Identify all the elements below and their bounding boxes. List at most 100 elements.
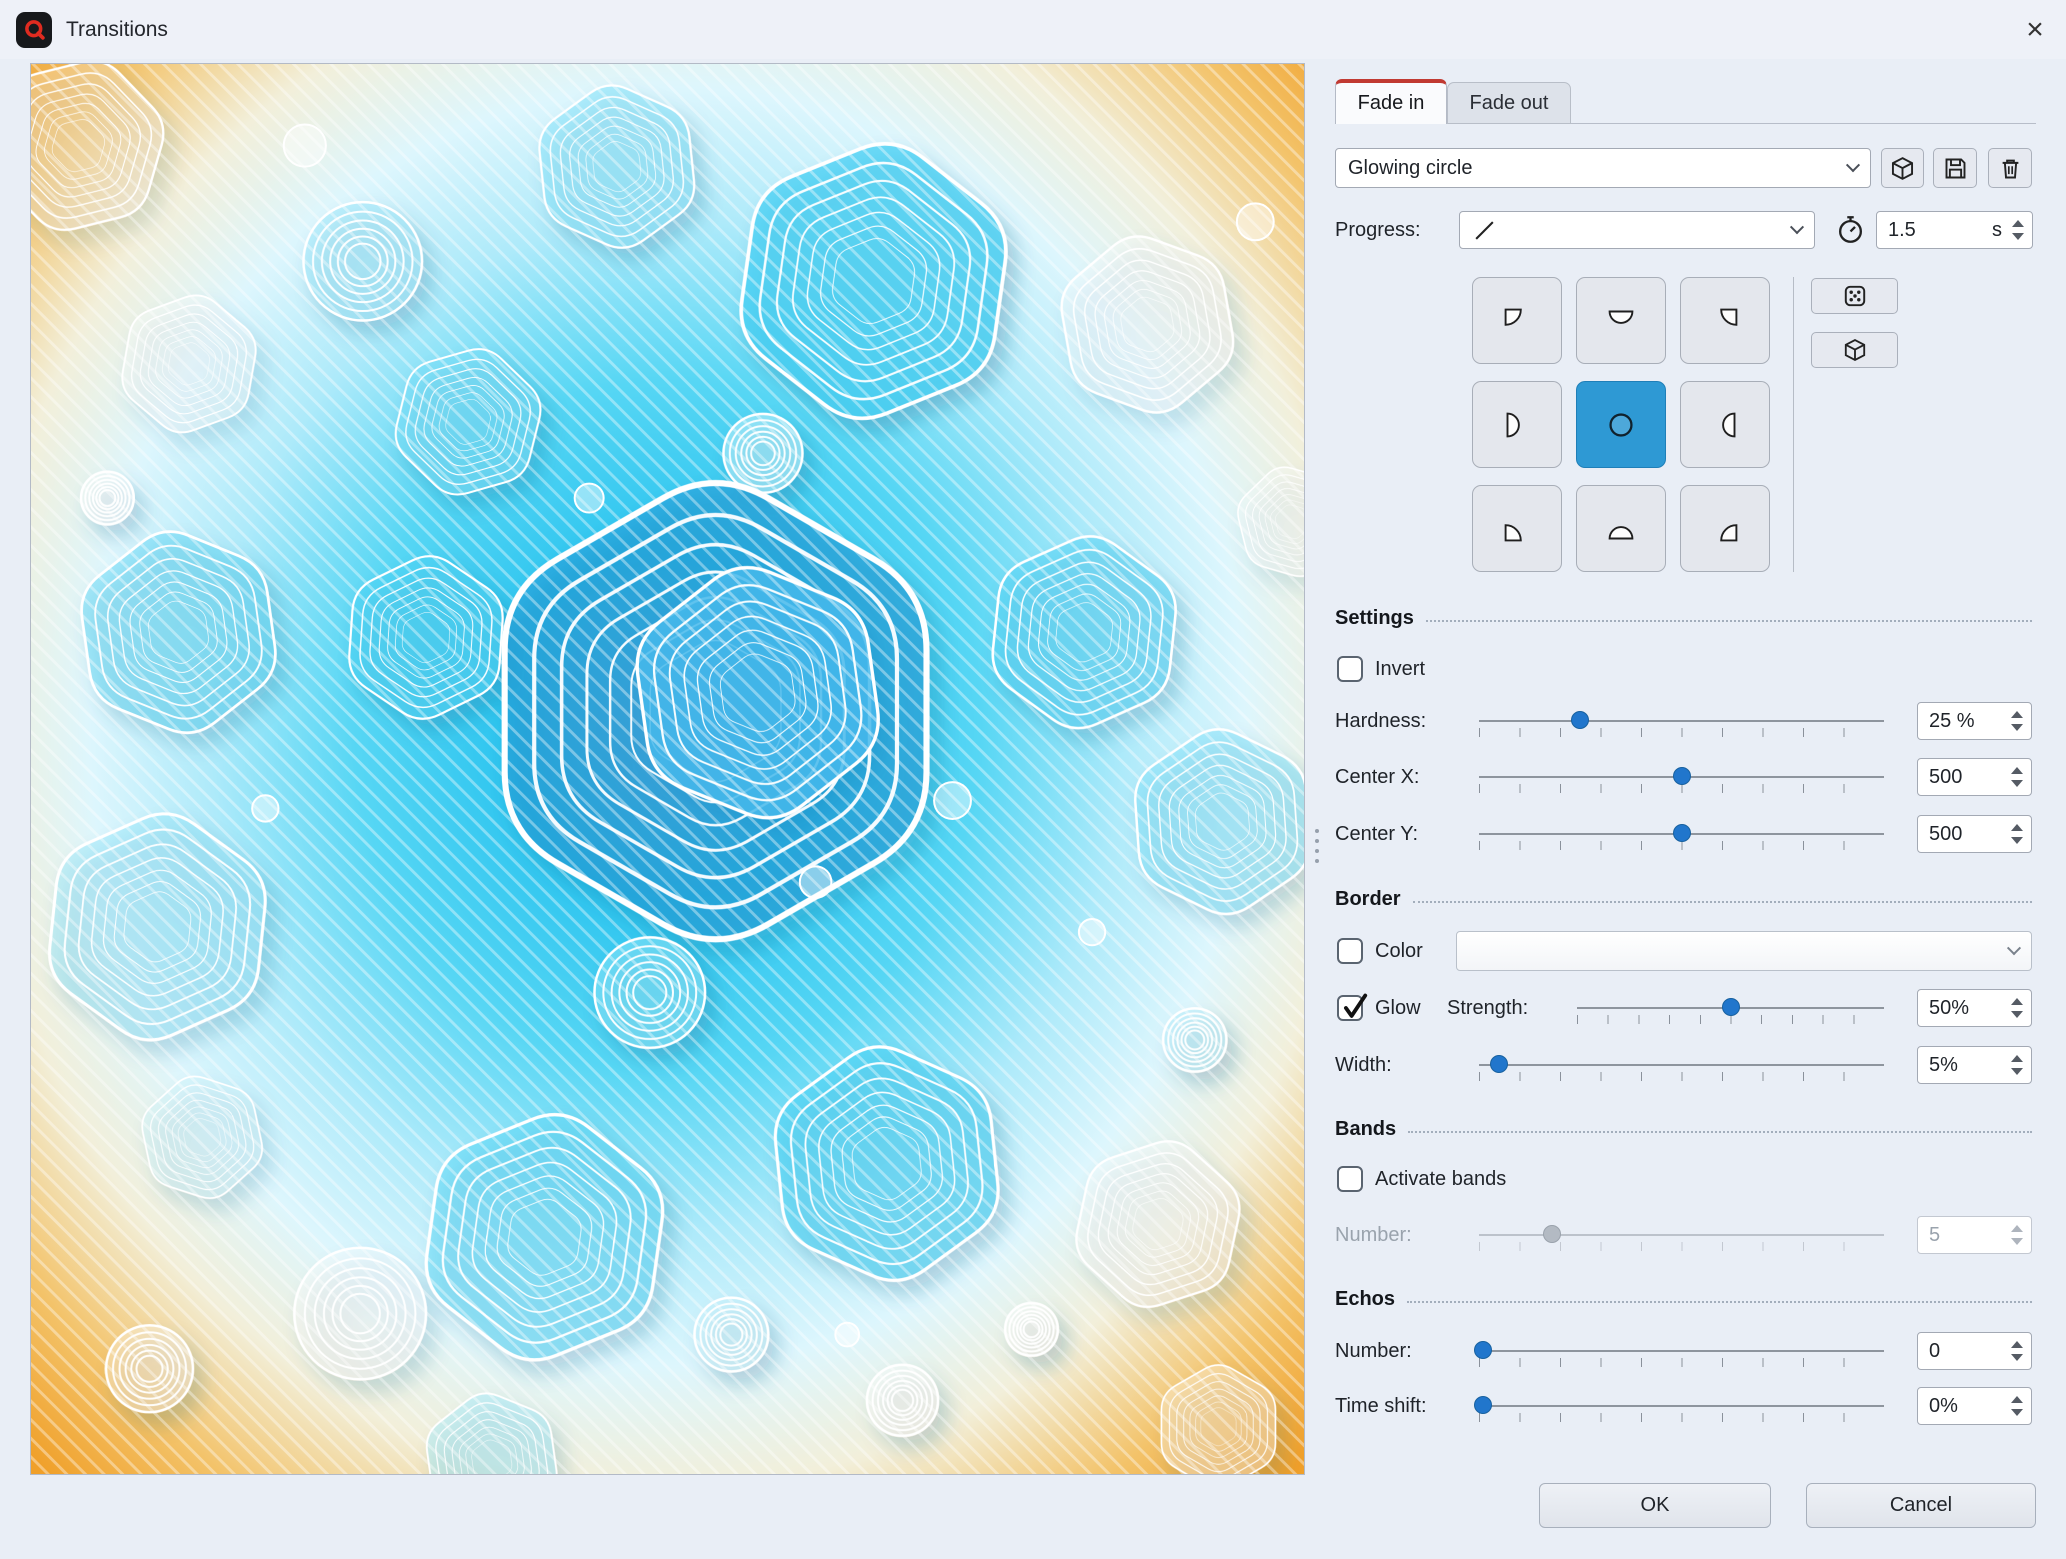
glow-checkbox[interactable] (1337, 993, 1368, 1021)
origin-right-button[interactable] (1680, 381, 1770, 468)
echos-number-spinbox[interactable]: 0 (1917, 1332, 2032, 1370)
edge-top-icon (1608, 310, 1634, 324)
origin-bottom-left-button[interactable] (1472, 485, 1562, 572)
slider-thumb[interactable] (1571, 711, 1590, 729)
slider-thumb[interactable] (1490, 1055, 1509, 1073)
settings-section-header: Settings (1335, 605, 2032, 631)
window-title: Transitions (66, 17, 168, 41)
tab-bar: Fade in Fade out (1335, 79, 1571, 124)
origin-bottom-right-button[interactable] (1680, 485, 1770, 572)
checkmark-icon (1344, 993, 1368, 1018)
linear-curve-icon (1475, 220, 1494, 240)
cube-icon (1891, 156, 1914, 180)
chevron-down-icon (1789, 220, 1805, 235)
progress-curve-dropdown[interactable] (1459, 211, 1815, 249)
border-section-header: Border (1335, 886, 2032, 912)
cancel-button[interactable]: Cancel (1806, 1483, 2036, 1528)
bands-number-label: Number: (1335, 1224, 1412, 1246)
width-label: Width: (1335, 1054, 1392, 1076)
width-spinbox[interactable]: 5% (1917, 1046, 2032, 1084)
corner-top-right-icon (1720, 308, 1738, 326)
preset-value: Glowing circle (1348, 156, 1473, 179)
preview-3d-button[interactable] (1811, 332, 1898, 368)
chevron-down-icon (1845, 158, 1861, 173)
strength-spinbox[interactable]: 50% (1917, 989, 2032, 1027)
activate-bands-label: Activate bands (1375, 1168, 1507, 1190)
slider-thumb[interactable] (1474, 1396, 1493, 1414)
echos-number-label: Number: (1335, 1340, 1412, 1362)
bands-number-spinbox: 5 (1917, 1216, 2032, 1254)
time-shift-spinbox[interactable]: 0% (1917, 1387, 2032, 1425)
tab-fade-in[interactable]: Fade in (1335, 79, 1447, 124)
invert-checkbox[interactable] (1337, 656, 1363, 682)
center-circle-icon (1609, 412, 1633, 437)
delete-preset-button[interactable] (1988, 148, 2032, 188)
load-preset-button[interactable] (1881, 148, 1924, 188)
transitions-dialog: Transitions × Fade in Fade out Glowing c… (0, 0, 2066, 1559)
title-bar: Transitions × (0, 0, 2066, 59)
slider-thumb[interactable] (1672, 824, 1691, 842)
time-shift-slider[interactable] (1474, 1386, 1884, 1426)
origin-top-right-button[interactable] (1680, 277, 1770, 364)
border-color-checkbox[interactable] (1337, 938, 1363, 964)
origin-top-left-button[interactable] (1472, 277, 1562, 364)
origin-center-button[interactable] (1576, 381, 1666, 468)
trash-icon (2002, 159, 2018, 178)
timer-icon (1835, 214, 1866, 250)
save-icon (1945, 158, 1965, 178)
corner-bottom-left-icon (1504, 523, 1522, 541)
slider-thumb (1542, 1225, 1561, 1243)
preset-dropdown[interactable]: Glowing circle (1335, 148, 1871, 188)
strength-slider[interactable] (1577, 988, 1884, 1028)
cube-icon (1844, 338, 1865, 362)
dice-icon (1844, 285, 1865, 307)
border-color-label: Color (1375, 940, 1423, 962)
glow-label: Glow (1375, 997, 1421, 1019)
slider-thumb[interactable] (1721, 998, 1740, 1016)
corner-bottom-right-icon (1720, 523, 1738, 541)
panel-splitter-handle[interactable] (1315, 829, 1319, 863)
ok-button[interactable]: OK (1539, 1483, 1771, 1528)
duration-unit: s (1992, 218, 2002, 241)
center-x-spinbox[interactable]: 500 (1917, 758, 2032, 796)
center-y-spinbox[interactable]: 500 (1917, 815, 2032, 853)
hardness-spinbox[interactable]: 25 % (1917, 702, 2032, 740)
slider-thumb[interactable] (1474, 1341, 1493, 1359)
hardness-slider[interactable] (1479, 701, 1884, 741)
origin-left-button[interactable] (1472, 381, 1562, 468)
border-color-dropdown[interactable] (1456, 931, 2032, 971)
time-shift-label: Time shift: (1335, 1395, 1427, 1417)
center-y-slider[interactable] (1479, 814, 1884, 854)
origin-top-button[interactable] (1576, 277, 1666, 364)
echos-number-slider[interactable] (1474, 1331, 1884, 1371)
activate-bands-checkbox[interactable] (1337, 1166, 1363, 1192)
slider-thumb[interactable] (1672, 767, 1691, 785)
strength-label: Strength: (1447, 997, 1529, 1019)
dialog-content: Fade in Fade out Glowing circle Progress… (0, 59, 2066, 1559)
origin-selector (1335, 277, 2036, 572)
randomize-button[interactable] (1811, 278, 1898, 314)
tab-fade-out[interactable]: Fade out (1447, 82, 1571, 124)
width-slider[interactable] (1479, 1045, 1884, 1085)
grid-separator (1793, 277, 1794, 572)
center-x-label: Center X: (1335, 766, 1420, 788)
duration-spinbox[interactable]: 1.5 s (1876, 211, 2033, 249)
duration-value: 1.5 (1888, 218, 1916, 241)
save-preset-button[interactable] (1933, 148, 1977, 188)
origin-bottom-button[interactable] (1576, 485, 1666, 572)
bands-section-header: Bands (1335, 1116, 2032, 1142)
invert-label: Invert (1375, 658, 1426, 680)
bands-number-slider (1479, 1215, 1884, 1255)
center-y-label: Center Y: (1335, 823, 1419, 845)
settings-panel: Fade in Fade out Glowing circle Progress… (1335, 59, 2036, 1559)
preview-image (31, 64, 1304, 1474)
corner-top-left-icon (1504, 308, 1522, 326)
echos-section-header: Echos (1335, 1286, 2032, 1312)
progress-label: Progress: (1335, 219, 1421, 241)
transition-preview (30, 63, 1305, 1475)
close-button[interactable]: × (2004, 0, 2066, 59)
spinner-arrows[interactable] (2010, 220, 2025, 240)
edge-right-icon (1722, 412, 1736, 437)
center-x-slider[interactable] (1479, 757, 1884, 797)
edge-left-icon (1506, 412, 1520, 437)
